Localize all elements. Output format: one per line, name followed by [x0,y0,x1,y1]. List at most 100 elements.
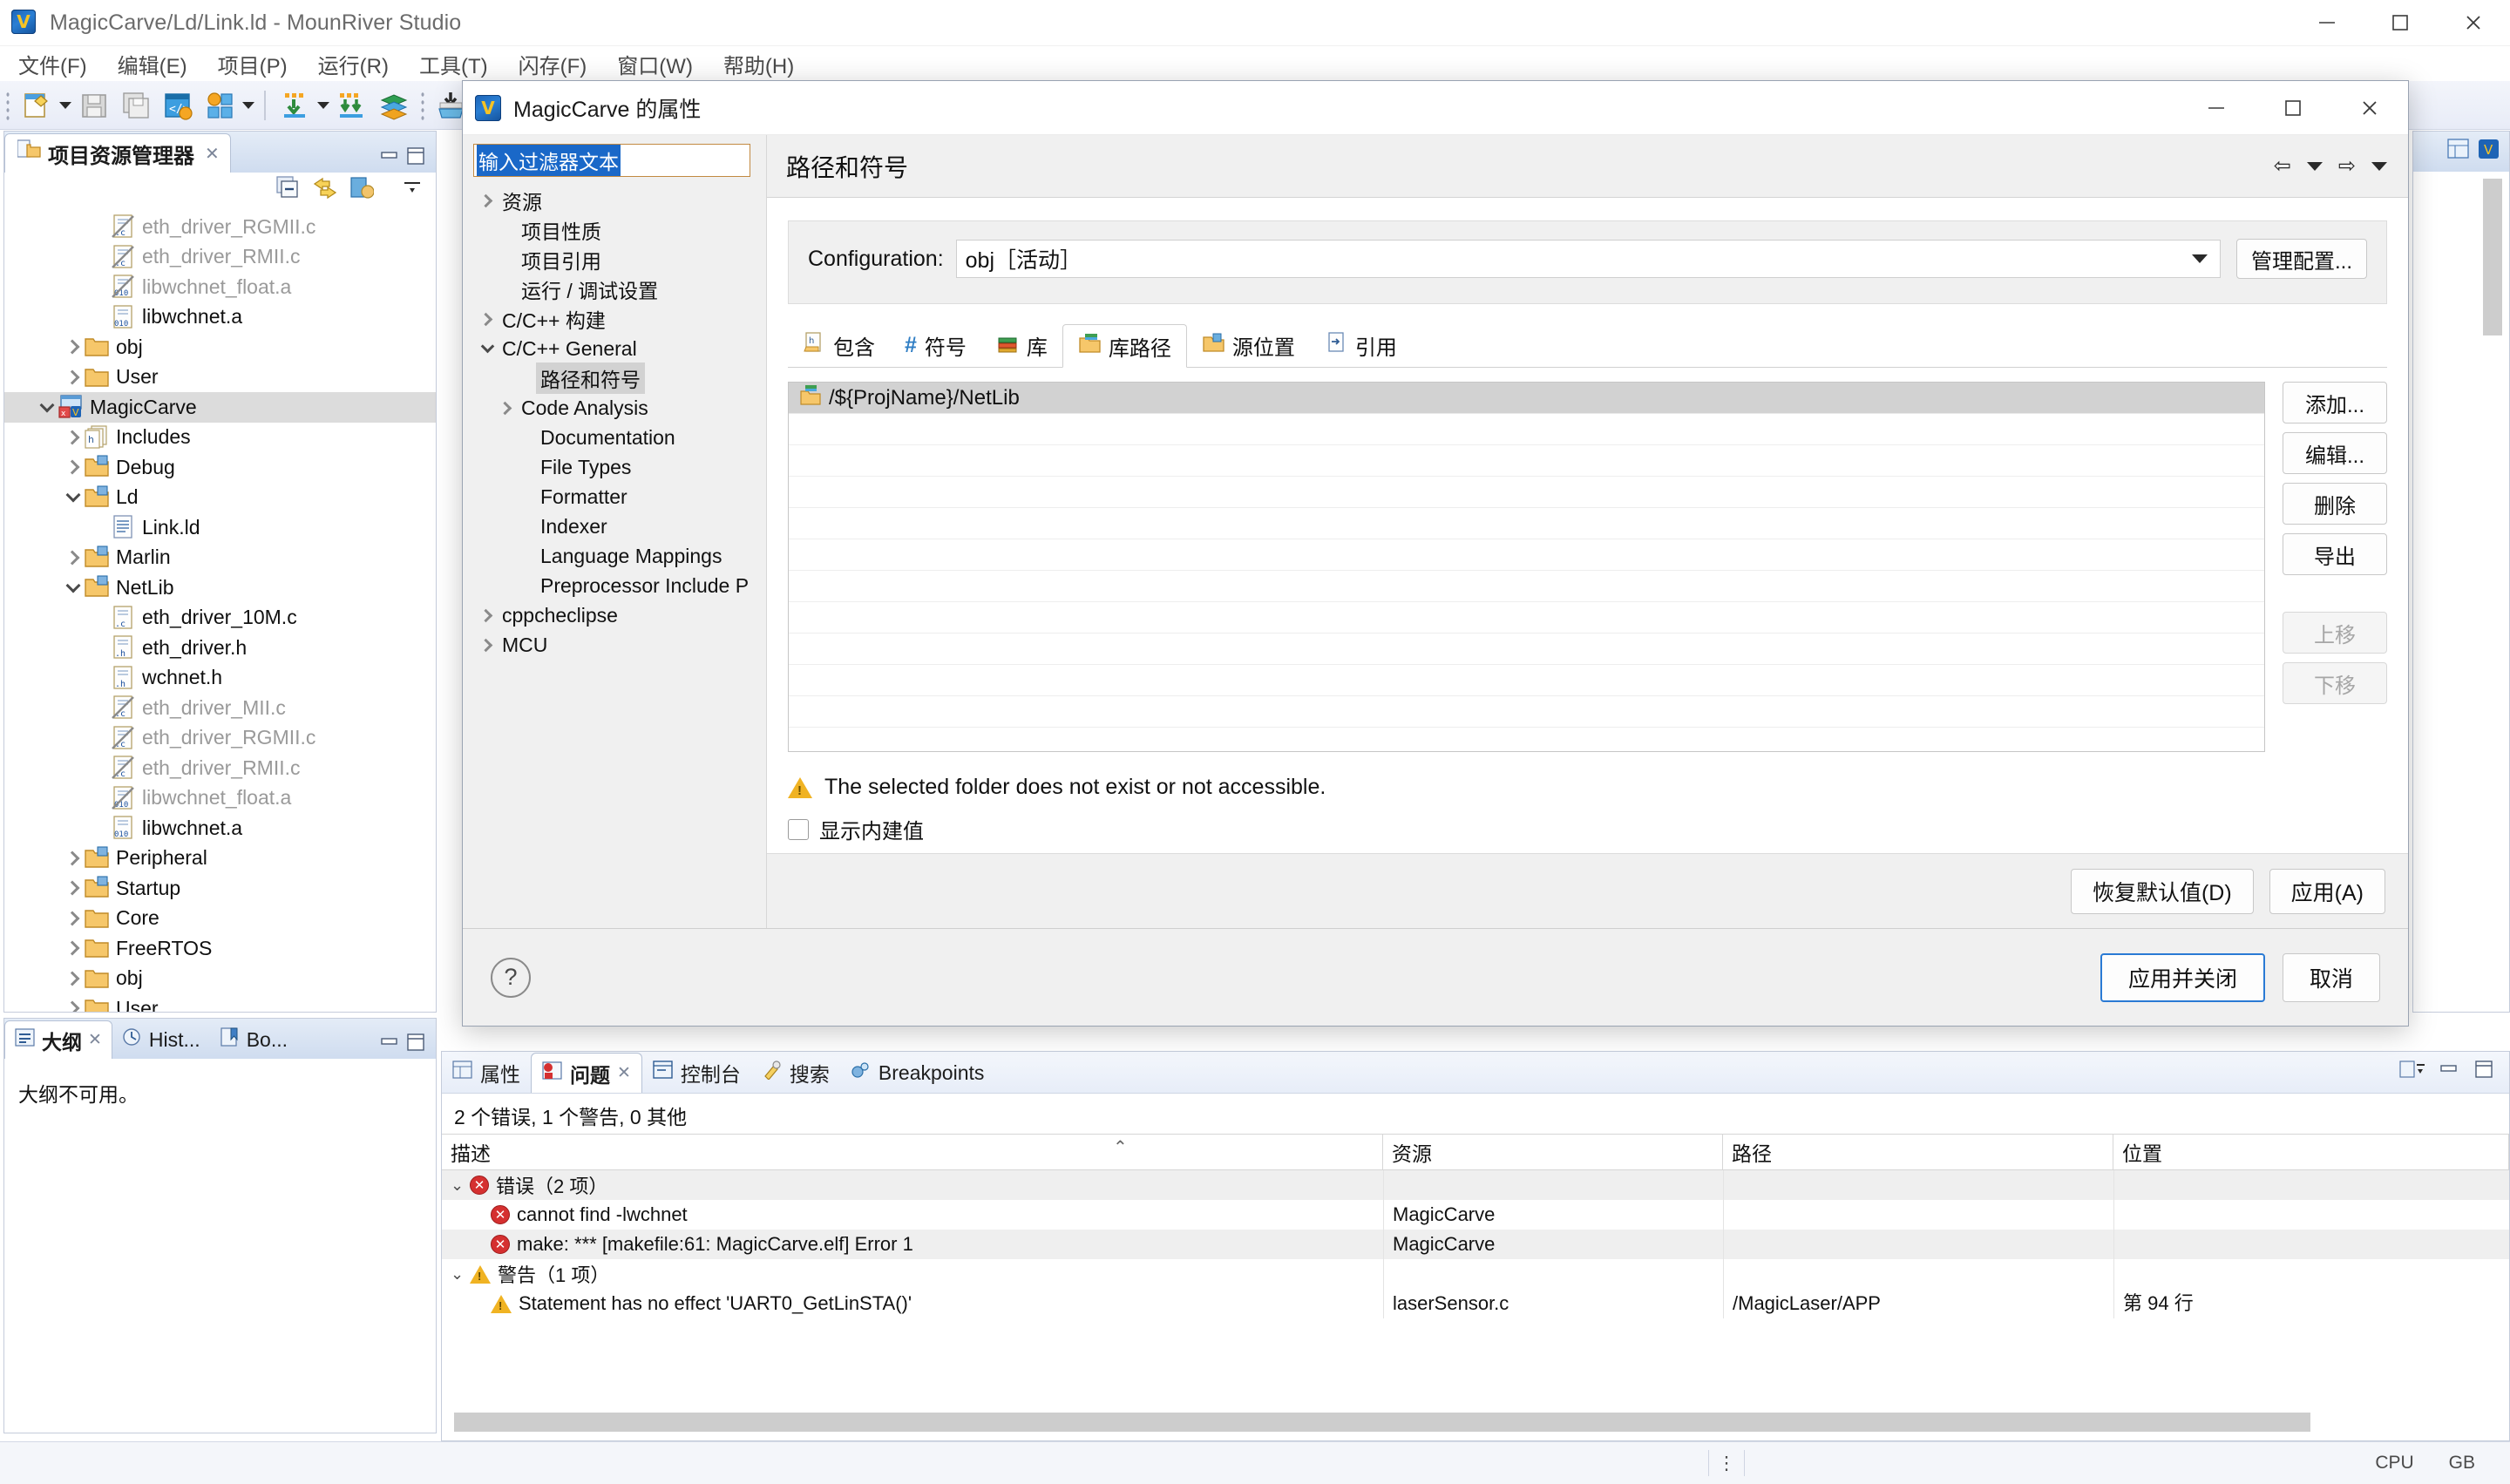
nav-item-[interactable]: 路径和符号 [473,363,766,394]
tree-item-netlib[interactable]: NetLib [4,573,436,603]
nav-item-c-c[interactable]: C/C++ 构建 [473,304,766,334]
library-button[interactable] [373,81,415,130]
tab-bookmarks[interactable]: Bo... [210,1020,297,1059]
menu-item-help[interactable]: 帮助(H) [711,46,806,82]
problems-row[interactable]: ✕ make: *** [makefile:61: MagicCarve.elf]… [442,1230,2509,1259]
show-builtin-values-checkbox[interactable] [788,818,809,840]
tree-item-includes[interactable]: h Includes [4,423,436,453]
tree-item-marlin[interactable]: Marlin [4,543,436,573]
nav-item-[interactable]: 运行 / 调试设置 [473,274,766,304]
delete-button[interactable]: 删除 [2283,483,2387,525]
chevron-right-icon[interactable] [62,546,85,569]
tab-outline[interactable]: 大纲 ✕ [4,1020,112,1059]
chevron-right-icon[interactable] [477,640,498,650]
nav-item-cppcheclipse[interactable]: cppcheclipse [473,600,766,630]
export-button[interactable]: 导出 [2283,533,2387,575]
nav-item-preprocessor-include-p[interactable]: Preprocessor Include P [473,571,766,600]
tree-item-ld[interactable]: Ld [4,483,436,513]
collapse-all-icon[interactable] [276,175,301,204]
tree-item-eth-driver-10m-c[interactable]: .c eth_driver_10M.c [4,603,436,634]
dialog-nav-tree[interactable]: 资源 项目性质 项目引用 运行 / 调试设置 C/C++ 构建 C/C++ General… [473,177,766,999]
tree-item-eth-driver-mii-c[interactable]: .c eth_driver_MII.c [4,693,436,723]
edit-button[interactable]: 编辑... [2283,432,2387,474]
chevron-right-icon[interactable] [62,426,85,449]
chevron-right-icon[interactable] [62,967,85,990]
close-icon[interactable] [2437,0,2510,46]
tree-item-eth-driver-rgmii-c[interactable]: .c eth_driver_RGMII.c [4,723,436,754]
maximize-icon[interactable] [404,1031,427,1054]
back-arrow-icon[interactable]: ⇦ [2274,153,2291,179]
chevron-right-icon[interactable] [62,907,85,930]
chevron-right-icon[interactable] [477,611,498,620]
minimize-icon[interactable] [2178,81,2255,135]
chevron-down-icon[interactable] [477,346,498,351]
maximize-icon[interactable] [2473,1058,2495,1086]
chevron-down-icon[interactable]: ⌄ [451,1265,470,1284]
tree-item-eth-driver-h[interactable]: .h eth_driver.h [4,633,436,663]
column-header-resource[interactable]: 资源 [1383,1134,1723,1170]
tree-item-libwchnet-float-a[interactable]: 010 libwchnet_float.a [4,783,436,814]
nav-item-file-types[interactable]: File Types [473,452,766,482]
chevron-down-icon[interactable] [2371,161,2387,171]
tree-item-eth-driver-rmii-c[interactable]: .c eth_driver_RMII.c [4,242,436,273]
menu-item-window[interactable]: 窗口(W) [605,46,705,82]
tree-item-libwchnet-a[interactable]: 010 libwchnet.a [4,813,436,844]
chevron-right-icon[interactable] [62,877,85,899]
download-button[interactable] [274,81,315,130]
maximize-icon[interactable] [2255,81,2331,135]
configuration-select[interactable]: obj［活动］ [955,240,2221,278]
nav-item-c-c-general[interactable]: C/C++ General [473,334,766,363]
help-icon[interactable]: ? [491,957,531,998]
apply-button[interactable]: 应用(A) [2269,868,2385,914]
close-icon[interactable]: ✕ [88,1030,102,1050]
tab-library-paths[interactable]: 库路径 [1062,324,1187,368]
save-button[interactable] [73,81,115,130]
problems-group-row[interactable]: ⌄ ✕ 错误（2 项） [442,1170,2509,1200]
tree-item-libwchnet-float-a[interactable]: 010 libwchnet_float.a [4,272,436,302]
nav-item-[interactable]: 项目引用 [473,245,766,274]
tree-item-obj[interactable]: obj [4,332,436,363]
registers-icon[interactable] [2447,139,2470,165]
status-drag-handle[interactable]: ⋮ [1709,1453,1744,1474]
tab-references[interactable]: 引用 [1310,323,1412,367]
menu-item-run[interactable]: 运行(R) [306,46,401,82]
chevron-down-icon[interactable] [36,396,58,418]
view-dropdown-icon[interactable] [401,176,424,204]
minimize-icon[interactable] [378,1031,401,1054]
tree-item-eth-driver-rmii-c[interactable]: .c eth_driver_RMII.c [4,753,436,783]
build-project-button[interactable] [199,81,241,130]
chevron-down-icon[interactable] [62,486,85,509]
chevron-right-icon[interactable] [62,456,85,478]
build-dropdown-arrow[interactable] [241,81,256,130]
nav-item-[interactable]: 资源 [473,186,766,215]
show-builtin-values-row[interactable]: 显示内建值 [788,814,2387,844]
tree-item-wchnet-h[interactable]: .h wchnet.h [4,663,436,694]
tree-item-libwchnet-a[interactable]: 010 libwchnet.a [4,302,436,333]
minimize-icon[interactable] [378,145,401,167]
nav-item-language-mappings[interactable]: Language Mappings [473,541,766,571]
tree-item-user[interactable]: User [4,363,436,393]
tree-item-freertos[interactable]: FreeRTOS [4,933,436,964]
tree-item-user[interactable]: User [4,993,436,1012]
toolbar-drag-handle[interactable] [5,90,10,120]
close-icon[interactable]: ✕ [617,1063,631,1083]
column-header-path[interactable]: 路径 [1723,1134,2113,1170]
add-button[interactable]: 添加... [2283,382,2387,424]
download-dropdown-arrow[interactable] [315,81,331,130]
nav-item-mcu[interactable]: MCU [473,630,766,660]
chevron-right-icon[interactable] [496,403,517,413]
tree-item-obj[interactable]: obj [4,964,436,994]
library-paths-list[interactable]: /${ProjName}/NetLib [788,382,2265,752]
tree-item-magiccarve[interactable]: x V MagicCarve [4,392,436,423]
download-all-button[interactable] [331,81,373,130]
right-panel-scrollbar[interactable] [2483,179,2502,335]
close-icon[interactable] [2331,81,2408,135]
problems-horizontal-scrollbar[interactable] [454,1413,2310,1432]
cancel-button[interactable]: 取消 [2282,952,2380,1002]
tab-history[interactable]: Hist... [112,1020,210,1059]
menu-item-edit[interactable]: 编辑(E) [105,46,200,82]
column-header-description[interactable]: 描述 [442,1134,1383,1170]
problems-group-row[interactable]: ⌄ 警告（1 项） [442,1259,2509,1289]
chevron-down-icon[interactable]: ⌄ [451,1176,470,1195]
chevron-right-icon[interactable] [62,335,85,358]
